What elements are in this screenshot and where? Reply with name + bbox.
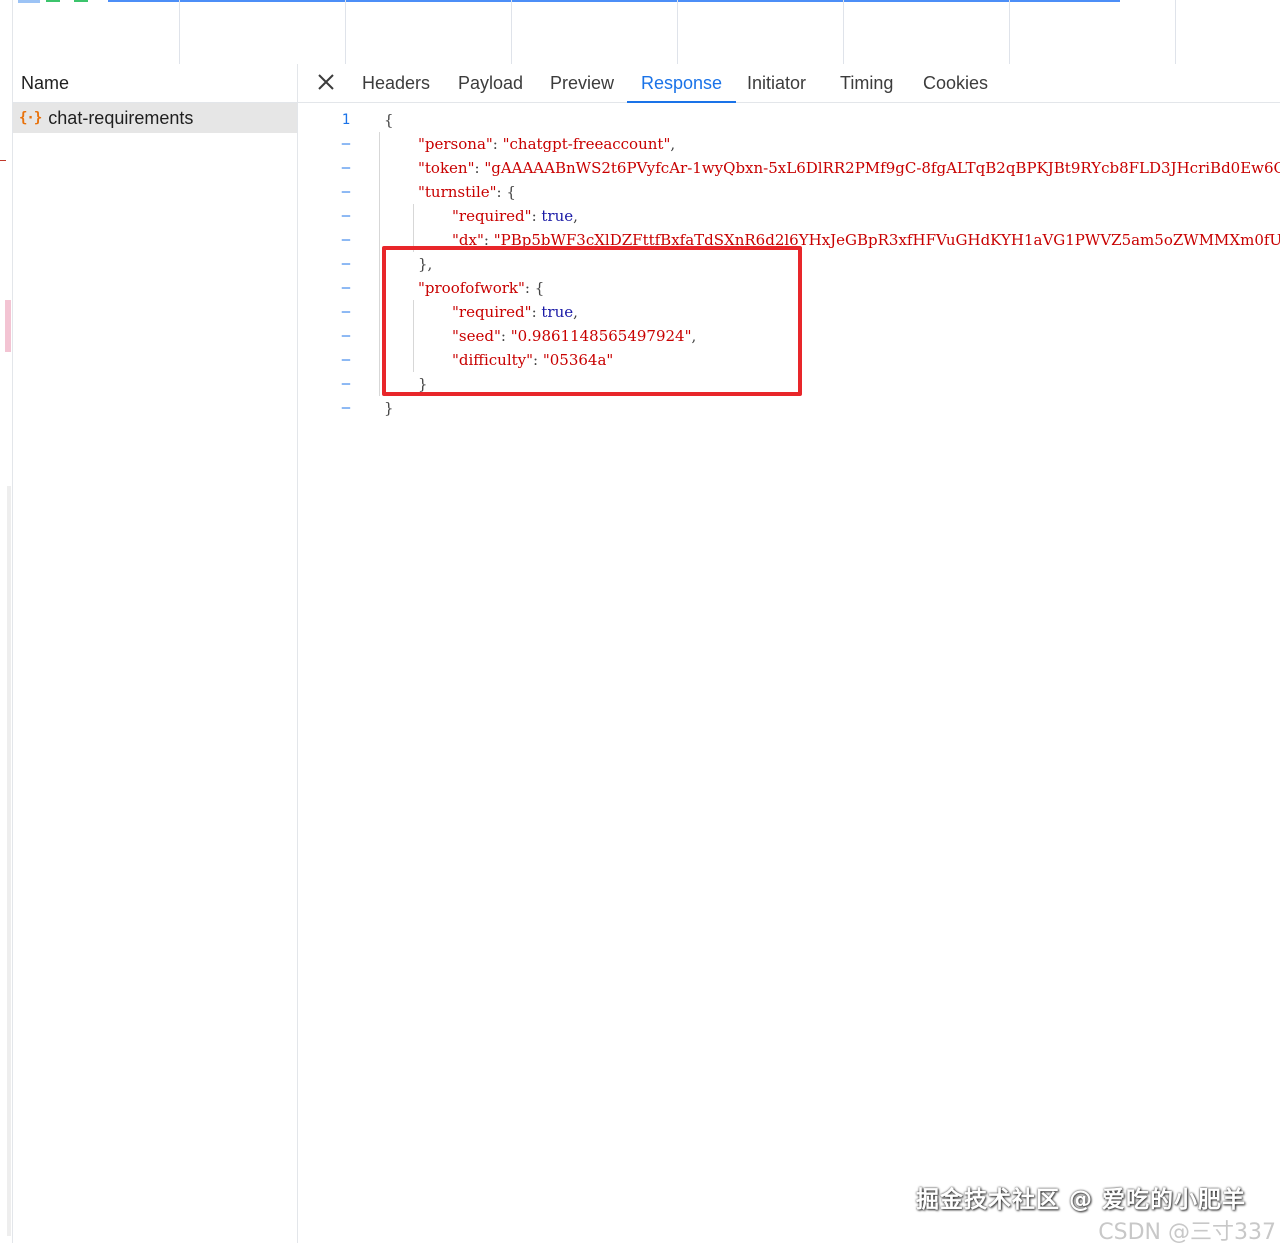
- timeline-gridline: [843, 0, 844, 64]
- code-line: – "required": true,: [298, 204, 1280, 228]
- code-content: "turnstile": {: [418, 180, 516, 204]
- json-punctuation: : {: [496, 183, 516, 201]
- watermark: 掘金技术社区 @ 爱吃的小肥羊 CSDN @三寸337: [915, 1180, 1276, 1246]
- json-punctuation: }: [384, 399, 394, 417]
- timeline-gridline: [677, 0, 678, 64]
- json-punctuation: :: [492, 135, 503, 153]
- line-number[interactable]: –: [334, 396, 358, 420]
- code-content: "required": true,: [452, 204, 578, 228]
- code-content: }: [384, 396, 394, 420]
- code-line: 1{: [298, 108, 1280, 132]
- timeline-bar: [46, 0, 60, 2]
- code-content: "token": "gAAAAABnWS2t6PVyfcAr-1wyQbxn-5…: [418, 156, 1280, 180]
- cutoff-scrollbar[interactable]: [7, 486, 11, 1236]
- code-line: –}: [298, 396, 1280, 420]
- timeline-bar: [18, 0, 40, 3]
- line-number[interactable]: –: [334, 132, 358, 156]
- timeline-gridline: [1009, 0, 1010, 64]
- request-row-chat-requirements[interactable]: {·} chat-requirements: [13, 103, 297, 133]
- tab-preview[interactable]: Preview: [550, 64, 614, 102]
- line-number[interactable]: –: [334, 300, 358, 324]
- line-number[interactable]: –: [334, 252, 358, 276]
- timeline-gridline: [1175, 0, 1176, 64]
- code-line: – "token": "gAAAAABnWS2t6PVyfcAr-1wyQbxn-…: [298, 156, 1280, 180]
- json-punctuation: :: [531, 207, 542, 225]
- watermark-line: 掘金技术社区 @ 爱吃的小肥羊: [915, 1187, 1246, 1213]
- name-column-header[interactable]: Name: [13, 64, 297, 103]
- timeline-gridline: [179, 0, 180, 64]
- tab-timing[interactable]: Timing: [840, 64, 893, 102]
- json-punctuation: ,: [670, 135, 676, 153]
- line-number[interactable]: 1: [334, 108, 358, 132]
- code-content: {: [384, 108, 394, 132]
- tab-cookies[interactable]: Cookies: [923, 64, 988, 102]
- json-key: "required": [452, 207, 532, 225]
- json-braces-icon: {·}: [19, 110, 42, 126]
- tab-payload[interactable]: Payload: [458, 64, 523, 102]
- line-number[interactable]: –: [334, 348, 358, 372]
- line-number[interactable]: –: [334, 156, 358, 180]
- request-detail-panel: Headers Payload Preview Response Initiat…: [298, 64, 1280, 1243]
- line-number[interactable]: –: [334, 276, 358, 300]
- cutoff-mark: [5, 300, 11, 352]
- timeline-bar: [108, 0, 1120, 2]
- close-icon[interactable]: [314, 70, 338, 94]
- request-name: chat-requirements: [48, 107, 194, 128]
- watermark-line: CSDN @三寸337: [1098, 1220, 1276, 1245]
- network-timeline-overview[interactable]: [12, 0, 1280, 65]
- timeline-bar: [74, 0, 88, 2]
- line-number[interactable]: –: [334, 180, 358, 204]
- json-key: "persona": [418, 135, 493, 153]
- tab-headers[interactable]: Headers: [362, 64, 430, 102]
- timeline-gridline: [511, 0, 512, 64]
- code-line: – "persona": "chatgpt-freeaccount",: [298, 132, 1280, 156]
- timeline-gridline: [345, 0, 346, 64]
- tab-response[interactable]: Response: [626, 64, 737, 103]
- request-list-panel: Name {·} chat-requirements: [13, 64, 298, 1243]
- name-column-label: Name: [21, 72, 70, 93]
- line-number[interactable]: –: [334, 324, 358, 348]
- line-number[interactable]: –: [334, 372, 358, 396]
- json-key: "turnstile": [418, 183, 497, 201]
- json-punctuation: {: [384, 111, 394, 129]
- json-punctuation: :: [474, 159, 485, 177]
- line-number[interactable]: –: [334, 204, 358, 228]
- json-punctuation: ,: [573, 207, 578, 225]
- json-string: "chatgpt-freeaccount": [502, 135, 671, 153]
- code-line: – "turnstile": {: [298, 180, 1280, 204]
- line-number[interactable]: –: [334, 228, 358, 252]
- code-content: "persona": "chatgpt-freeaccount",: [418, 132, 675, 156]
- cutoff-mark: [0, 160, 6, 161]
- left-cutoff-panel: [0, 0, 13, 1243]
- json-key: "token": [418, 159, 475, 177]
- tab-initiator[interactable]: Initiator: [747, 64, 806, 102]
- json-string: "gAAAAABnWS2t6PVyfcAr-1wyQbxn-5xL6DlRR2P…: [484, 159, 1280, 177]
- detail-tabbar: Headers Payload Preview Response Initiat…: [298, 64, 1280, 103]
- highlight-annotation-box: [382, 246, 802, 396]
- json-boolean: true: [541, 207, 574, 225]
